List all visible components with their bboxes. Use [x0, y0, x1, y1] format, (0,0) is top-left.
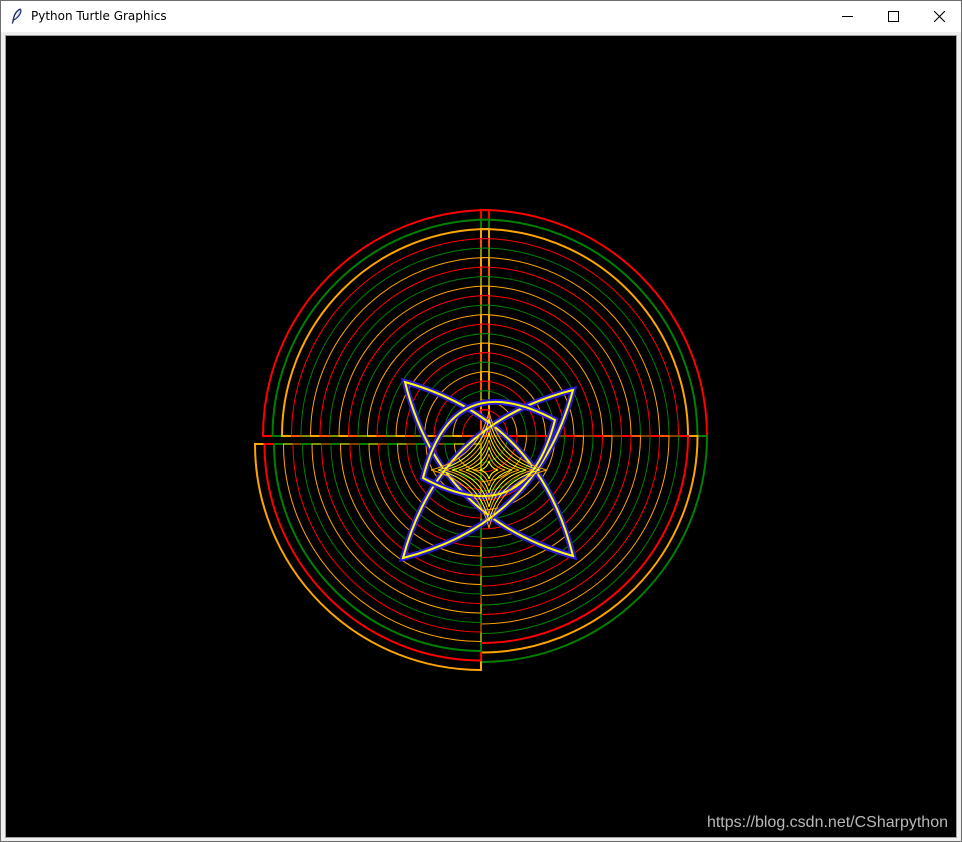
close-button[interactable]	[916, 1, 962, 32]
title-bar[interactable]: Python Turtle Graphics	[1, 1, 961, 32]
minimize-button[interactable]	[824, 1, 870, 32]
window-title: Python Turtle Graphics	[31, 9, 167, 23]
watermark-text: https://blog.csdn.net/CSharpython	[706, 814, 948, 831]
feather-icon	[10, 8, 24, 24]
blade-2	[480, 435, 709, 664]
turtle-canvas[interactable]: https://blog.csdn.net/CSharpython	[5, 35, 957, 838]
center-ring	[479, 460, 499, 480]
close-icon	[933, 11, 945, 22]
maximize-button[interactable]	[870, 1, 916, 32]
minimize-icon	[841, 11, 853, 22]
center-ring	[444, 425, 534, 515]
maximize-icon	[887, 11, 899, 22]
turtle-window: Python Turtle Graphics https://blog.csdn…	[0, 0, 962, 842]
turtle-drawing	[253, 208, 709, 672]
